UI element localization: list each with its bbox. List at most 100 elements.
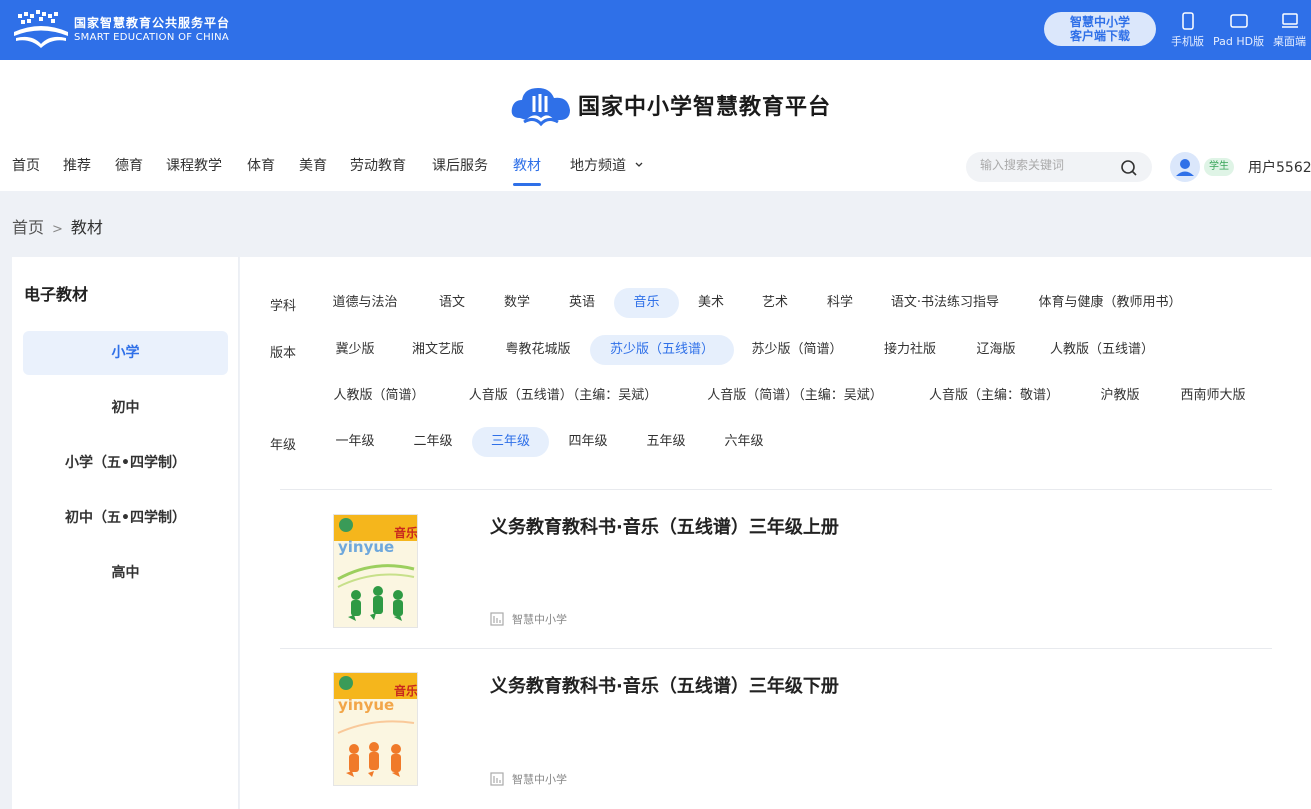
nav-local[interactable]: 地方频道 xyxy=(570,156,644,186)
edition-chip[interactable]: 人音版（简谱）（主编：吴斌） xyxy=(700,381,890,411)
nav-home[interactable]: 首页 xyxy=(12,156,40,186)
edition-chip[interactable]: 沪教版 xyxy=(1095,381,1145,411)
breadcrumb-sep: > xyxy=(52,222,63,237)
book-publisher: 智慧中小学 xyxy=(490,611,567,627)
breadcrumb-current: 教材 xyxy=(70,218,103,237)
nav-sports[interactable]: 体育 xyxy=(247,156,275,186)
device-tablet-label: Pad HD版 xyxy=(1213,35,1265,48)
nav-afterschool[interactable]: 课后服务 xyxy=(432,156,488,186)
grade-chip[interactable]: 六年级 xyxy=(719,427,769,457)
sidebar-title: 电子教材 xyxy=(24,285,89,304)
publisher-icon xyxy=(490,772,504,786)
sidebar-item-junior-54[interactable]: 初中（五•四学制） xyxy=(23,496,228,540)
grade-chip-selected[interactable]: 三年级 xyxy=(472,427,549,457)
subject-chip[interactable]: 语文 xyxy=(426,288,478,318)
desktop-icon xyxy=(1281,13,1298,28)
tablet-icon xyxy=(1229,14,1248,28)
cloud-book-logo-icon xyxy=(511,88,570,127)
brand-name-cn: 国家智慧教育公共服务平台 xyxy=(74,16,231,30)
breadcrumb-home[interactable]: 首页 xyxy=(12,218,44,237)
edition-chip-selected[interactable]: 苏少版（五线谱） xyxy=(590,335,734,365)
device-phone-label: 手机版 xyxy=(1171,35,1204,48)
top-bar: 国家智慧教育公共服务平台 SMART EDUCATION OF CHINA 智慧… xyxy=(0,0,1311,60)
edition-chip[interactable]: 湘文艺版 xyxy=(406,335,470,365)
brand-name-en: SMART EDUCATION OF CHINA xyxy=(74,32,230,43)
filter-edition-label: 版本 xyxy=(270,346,297,361)
divider xyxy=(280,489,1272,490)
device-phone[interactable]: 手机版 xyxy=(1171,12,1204,49)
nav-textbooks[interactable]: 教材 xyxy=(505,156,549,186)
edition-chip[interactable]: 辽海版 xyxy=(971,335,1021,365)
book-cover-art: 音乐 yinyue xyxy=(334,515,418,627)
sidebar-item-primary[interactable]: 小学 xyxy=(23,331,228,375)
cover-word: yinyue xyxy=(338,538,394,556)
book-title[interactable]: 义务教育教科书·音乐（五线谱）三年级上册 xyxy=(490,513,839,539)
book-cover[interactable]: 音乐 yinyue xyxy=(333,672,418,786)
site-logo[interactable]: 国家中小学智慧教育平台 xyxy=(510,82,831,128)
device-tablet[interactable]: Pad HD版 xyxy=(1213,12,1264,49)
app-download-line2: 客户端下载 xyxy=(1069,29,1130,43)
subject-chip[interactable]: 艺术 xyxy=(749,288,801,318)
phone-icon xyxy=(1181,12,1194,30)
book-publisher: 智慧中小学 xyxy=(490,771,567,787)
edition-chip[interactable]: 苏少版（简谱） xyxy=(748,335,846,365)
search-box xyxy=(966,152,1152,182)
edition-chip[interactable]: 人教版（五线谱） xyxy=(1050,335,1154,365)
cover-word: yinyue xyxy=(338,696,394,714)
edition-chip[interactable]: 粤教花城版 xyxy=(498,335,578,365)
app-download-button[interactable]: 智慧中小学 客户端下载 xyxy=(1044,12,1156,46)
edition-chip[interactable]: 西南师大版 xyxy=(1173,381,1253,411)
edition-chip[interactable]: 人音版（五线谱）（主编：吴斌） xyxy=(460,381,666,411)
edition-chip[interactable]: 人教版（简谱） xyxy=(330,381,428,411)
app-download-line1: 智慧中小学 xyxy=(1069,15,1130,29)
sidebar: 电子教材 小学 初中 小学（五•四学制） 初中（五•四学制） 高中 xyxy=(12,257,239,809)
sidebar-item-senior[interactable]: 高中 xyxy=(23,551,228,595)
subject-chip[interactable]: 科学 xyxy=(814,288,866,318)
edition-chip[interactable]: 冀少版 xyxy=(330,335,380,365)
grade-chip[interactable]: 五年级 xyxy=(641,427,691,457)
grade-chip[interactable]: 四年级 xyxy=(563,427,613,457)
nav-local-label: 地方频道 xyxy=(570,158,626,174)
chevron-down-icon xyxy=(635,162,643,167)
subject-chip[interactable]: 英语 xyxy=(556,288,608,318)
search-input[interactable] xyxy=(980,158,1120,172)
edition-chip[interactable]: 人音版（主编：敬谱） xyxy=(924,381,1064,411)
main-content: 学科 道德与法治 语文 数学 英语 音乐 美术 艺术 科学 语文·书法练习指导 … xyxy=(240,257,1311,809)
search-icon[interactable] xyxy=(1120,159,1138,177)
subject-chip-selected[interactable]: 音乐 xyxy=(614,288,679,318)
sidebar-item-primary-54[interactable]: 小学（五•四学制） xyxy=(23,441,228,485)
site-header: 国家中小学智慧教育平台 首页 推荐 德育 课程教学 体育 美育 劳动教育 课后服… xyxy=(0,60,1311,191)
book-title[interactable]: 义务教育教科书·音乐（五线谱）三年级下册 xyxy=(490,672,839,698)
book-publisher-label: 智慧中小学 xyxy=(512,613,567,626)
subject-chip[interactable]: 体育与健康（教师用书） xyxy=(1035,288,1185,318)
edition-chip[interactable]: 接力社版 xyxy=(877,335,943,365)
grade-chip[interactable]: 一年级 xyxy=(330,427,380,457)
grade-chip[interactable]: 二年级 xyxy=(408,427,458,457)
nav-labor[interactable]: 劳动教育 xyxy=(350,156,406,186)
cover-title: 音乐 xyxy=(394,683,417,698)
device-desktop-label: 桌面端 xyxy=(1273,35,1306,48)
nav-moral[interactable]: 德育 xyxy=(115,156,143,186)
filter-grade-label: 年级 xyxy=(270,438,297,453)
role-badge: 学生 xyxy=(1204,158,1234,176)
avatar[interactable] xyxy=(1170,152,1200,182)
device-desktop[interactable]: 桌面端 xyxy=(1273,12,1306,49)
username[interactable]: 用户5562 xyxy=(1248,157,1311,177)
publisher-icon xyxy=(490,612,504,626)
nav-curriculum[interactable]: 课程教学 xyxy=(166,156,222,186)
user-icon xyxy=(1176,159,1194,176)
subject-chip[interactable]: 道德与法治 xyxy=(324,288,406,318)
subject-chip[interactable]: 语文·书法练习指导 xyxy=(885,288,1005,318)
sidebar-item-junior[interactable]: 初中 xyxy=(23,386,228,430)
book-cover-art: 音乐 yinyue xyxy=(334,673,418,785)
subject-chip[interactable]: 美术 xyxy=(685,288,737,318)
nav-recommend[interactable]: 推荐 xyxy=(63,156,91,186)
book-publisher-label: 智慧中小学 xyxy=(512,773,567,786)
book-cover[interactable]: 音乐 yinyue xyxy=(333,514,418,628)
nav-arts[interactable]: 美育 xyxy=(299,156,327,186)
site-title: 国家中小学智慧教育平台 xyxy=(578,95,832,120)
divider xyxy=(280,648,1272,649)
subject-chip[interactable]: 数学 xyxy=(491,288,543,318)
breadcrumb: 首页 > 教材 xyxy=(12,214,103,238)
brand[interactable]: 国家智慧教育公共服务平台 SMART EDUCATION OF CHINA xyxy=(12,10,230,50)
